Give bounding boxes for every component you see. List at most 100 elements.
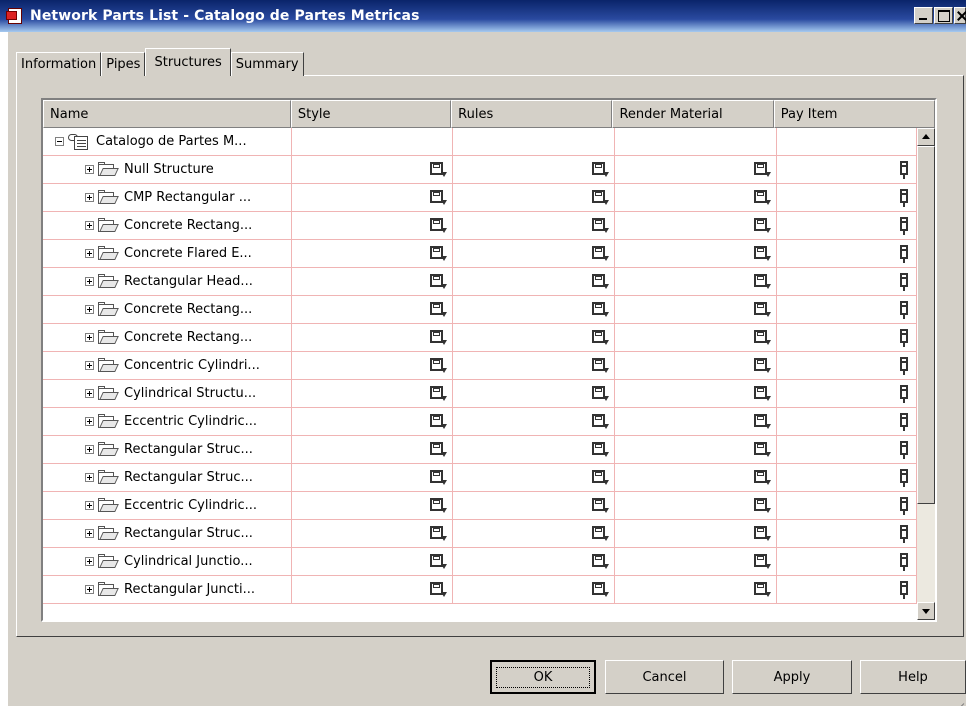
- rules-cell[interactable]: [453, 268, 615, 296]
- expand-icon[interactable]: [85, 165, 94, 174]
- rules-cell[interactable]: [453, 548, 615, 576]
- render-material-cell[interactable]: [615, 492, 777, 520]
- style-cell[interactable]: [292, 464, 453, 492]
- ok-button[interactable]: OK: [490, 660, 596, 694]
- column-header-pay-item[interactable]: Pay Item: [773, 100, 935, 128]
- style-cell[interactable]: [292, 576, 453, 604]
- tree-row[interactable]: Rectangular Struc...: [43, 520, 917, 548]
- expand-icon[interactable]: [85, 389, 94, 398]
- style-cell[interactable]: [292, 352, 453, 380]
- apply-button[interactable]: Apply: [732, 660, 852, 694]
- expand-icon[interactable]: [85, 249, 94, 258]
- title-bar[interactable]: Network Parts List - Catalogo de Partes …: [0, 0, 966, 32]
- tab-pipes[interactable]: Pipes: [101, 52, 146, 76]
- rules-cell[interactable]: [453, 324, 615, 352]
- rules-cell[interactable]: [453, 156, 615, 184]
- style-cell[interactable]: [292, 268, 453, 296]
- style-cell[interactable]: [292, 548, 453, 576]
- tree-row[interactable]: Concrete Rectang...: [43, 324, 917, 352]
- tree-row[interactable]: Eccentric Cylindric...: [43, 492, 917, 520]
- rules-cell[interactable]: [453, 492, 615, 520]
- tree-row[interactable]: CMP Rectangular ...: [43, 184, 917, 212]
- rules-cell[interactable]: [453, 408, 615, 436]
- style-cell[interactable]: [292, 408, 453, 436]
- tree-row[interactable]: Rectangular Juncti...: [43, 576, 917, 604]
- expand-icon[interactable]: [85, 221, 94, 230]
- expand-icon[interactable]: [85, 305, 94, 314]
- maximize-button[interactable]: [934, 7, 953, 24]
- expand-icon[interactable]: [85, 361, 94, 370]
- pay-item-cell[interactable]: [777, 268, 917, 296]
- collapse-icon[interactable]: [55, 137, 64, 146]
- pay-item-cell[interactable]: [777, 380, 917, 408]
- tree-row[interactable]: Concrete Flared E...: [43, 240, 917, 268]
- vertical-scrollbar[interactable]: [917, 128, 935, 620]
- expand-icon[interactable]: [85, 529, 94, 538]
- rules-cell[interactable]: [453, 352, 615, 380]
- pay-item-cell[interactable]: [777, 156, 917, 184]
- rules-cell[interactable]: [453, 212, 615, 240]
- tree-row[interactable]: Rectangular Struc...: [43, 464, 917, 492]
- style-cell[interactable]: [292, 380, 453, 408]
- render-material-cell[interactable]: [615, 576, 777, 604]
- render-material-cell[interactable]: [615, 408, 777, 436]
- rules-cell[interactable]: [453, 184, 615, 212]
- render-material-cell[interactable]: [615, 324, 777, 352]
- style-cell[interactable]: [292, 212, 453, 240]
- scroll-thumb[interactable]: [917, 146, 935, 504]
- expand-icon[interactable]: [85, 277, 94, 286]
- pay-item-cell[interactable]: [777, 240, 917, 268]
- scroll-down-button[interactable]: [917, 602, 935, 620]
- style-cell[interactable]: [292, 520, 453, 548]
- tab-summary[interactable]: Summary: [230, 52, 304, 76]
- minimize-button[interactable]: [914, 7, 933, 24]
- tree-row[interactable]: Concentric Cylindri...: [43, 352, 917, 380]
- style-cell[interactable]: [292, 436, 453, 464]
- render-material-cell[interactable]: [615, 156, 777, 184]
- expand-icon[interactable]: [85, 445, 94, 454]
- pay-item-cell[interactable]: [777, 352, 917, 380]
- render-material-cell[interactable]: [615, 240, 777, 268]
- style-cell[interactable]: [292, 324, 453, 352]
- render-material-cell[interactable]: [615, 352, 777, 380]
- render-material-cell[interactable]: [615, 464, 777, 492]
- column-header-style[interactable]: Style: [290, 100, 452, 128]
- tree-row[interactable]: Concrete Rectang...: [43, 296, 917, 324]
- pay-item-cell[interactable]: [777, 492, 917, 520]
- rules-cell[interactable]: [453, 380, 615, 408]
- pay-item-cell[interactable]: [777, 212, 917, 240]
- resize-grip[interactable]: [954, 694, 964, 704]
- render-material-cell[interactable]: [615, 436, 777, 464]
- render-material-cell[interactable]: [615, 296, 777, 324]
- pay-item-cell[interactable]: [777, 184, 917, 212]
- expand-icon[interactable]: [85, 473, 94, 482]
- tree-row[interactable]: Cylindrical Structu...: [43, 380, 917, 408]
- expand-icon[interactable]: [85, 333, 94, 342]
- style-cell[interactable]: [292, 184, 453, 212]
- column-header-rules[interactable]: Rules: [451, 100, 613, 128]
- pay-item-cell[interactable]: [777, 436, 917, 464]
- pay-item-cell[interactable]: [777, 296, 917, 324]
- scroll-up-button[interactable]: [917, 128, 935, 146]
- expand-icon[interactable]: [85, 417, 94, 426]
- column-header-render-material[interactable]: Render Material: [612, 100, 774, 128]
- cancel-button[interactable]: Cancel: [605, 660, 724, 694]
- tree-row[interactable]: Cylindrical Junctio...: [43, 548, 917, 576]
- tab-structures[interactable]: Structures: [145, 48, 231, 76]
- pay-item-cell[interactable]: [777, 520, 917, 548]
- pay-item-cell[interactable]: [777, 464, 917, 492]
- render-material-cell[interactable]: [615, 520, 777, 548]
- rules-cell[interactable]: [453, 520, 615, 548]
- style-cell[interactable]: [292, 240, 453, 268]
- render-material-cell[interactable]: [615, 212, 777, 240]
- style-cell[interactable]: [292, 296, 453, 324]
- tree-root-row[interactable]: Catalogo de Partes M...: [43, 128, 917, 156]
- expand-icon[interactable]: [85, 585, 94, 594]
- render-material-cell[interactable]: [615, 380, 777, 408]
- render-material-cell[interactable]: [615, 548, 777, 576]
- tree-row[interactable]: Null Structure: [43, 156, 917, 184]
- render-material-cell[interactable]: [615, 184, 777, 212]
- rules-cell[interactable]: [453, 296, 615, 324]
- tree-row[interactable]: Rectangular Head...: [43, 268, 917, 296]
- style-cell[interactable]: [292, 156, 453, 184]
